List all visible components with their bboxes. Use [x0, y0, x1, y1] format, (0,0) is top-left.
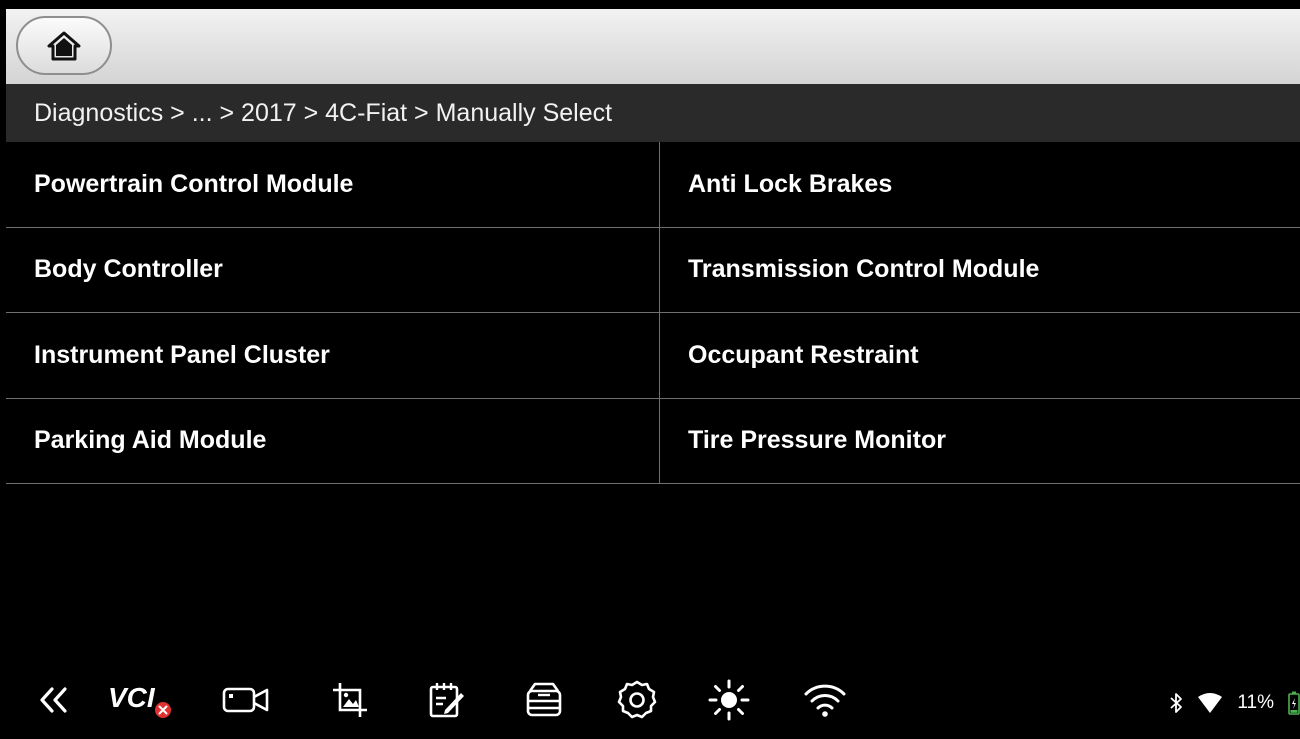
notes-edit-icon [429, 683, 464, 718]
vci-disconnected-icon: VCI [108, 682, 171, 718]
back-button[interactable] [34, 678, 74, 722]
module-transmission-control-module[interactable]: Transmission Control Module [660, 228, 1300, 313]
module-instrument-panel-cluster[interactable]: Instrument Panel Cluster [6, 313, 660, 399]
screen-record-button[interactable] [219, 678, 273, 722]
home-icon [47, 31, 81, 60]
screenshot-button[interactable] [330, 678, 370, 722]
data-manager-button[interactable] [522, 678, 566, 722]
settings-button[interactable] [614, 678, 660, 722]
screenshot-crop-icon [333, 683, 367, 717]
home-button[interactable] [16, 16, 112, 75]
module-occupant-restraint[interactable]: Occupant Restraint [660, 313, 1300, 399]
header-bar [6, 9, 1300, 84]
wifi-icon [804, 684, 846, 717]
wifi-settings-button[interactable] [802, 678, 848, 722]
double-chevron-left-icon [40, 687, 67, 713]
breadcrumb: Diagnostics > ... > 2017 > 4C-Fiat > Man… [6, 84, 1300, 142]
battery-percent: 11% [1237, 692, 1274, 713]
brightness-icon [708, 679, 750, 721]
system-status-area: 11% [1169, 688, 1300, 718]
module-grid: Powertrain Control Module Anti Lock Brak… [6, 142, 1300, 484]
module-tire-pressure-monitor[interactable]: Tire Pressure Monitor [660, 399, 1300, 484]
module-body-controller[interactable]: Body Controller [6, 227, 660, 313]
svg-text:VCI: VCI [108, 682, 156, 713]
battery-charging-icon [1288, 691, 1300, 715]
wifi-signal-icon [1198, 693, 1223, 713]
settings-gear-icon [617, 680, 657, 719]
vci-status-button[interactable]: VCI [106, 678, 178, 722]
data-storage-icon [526, 682, 562, 717]
notes-button[interactable] [426, 678, 468, 722]
module-powertrain-control-module[interactable]: Powertrain Control Module [6, 142, 660, 228]
bluetooth-icon [1170, 693, 1183, 713]
module-parking-aid-module[interactable]: Parking Aid Module [6, 398, 660, 484]
bottom-toolbar: VCI 11% [6, 662, 1300, 739]
module-anti-lock-brakes[interactable]: Anti Lock Brakes [660, 142, 1300, 228]
brightness-button[interactable] [706, 678, 752, 722]
video-camera-icon [222, 687, 269, 713]
